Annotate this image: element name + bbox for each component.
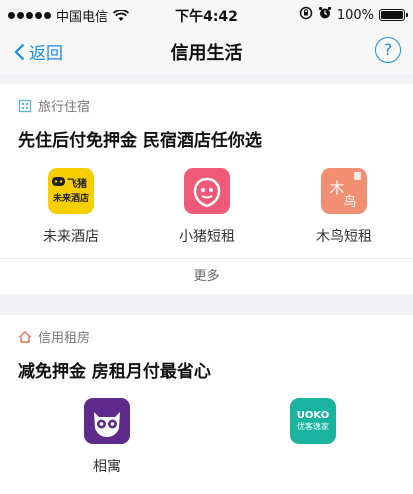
app-xiangyu[interactable]: 相寓 bbox=[47, 398, 167, 476]
help-icon[interactable]: ? bbox=[375, 37, 401, 63]
svg-text:UOKO: UOKO bbox=[297, 410, 329, 421]
app-name: 木鸟短租 bbox=[316, 229, 372, 245]
building-icon bbox=[18, 99, 32, 112]
more-button[interactable]: 更多 bbox=[0, 258, 413, 294]
status-bar: 中国电信 下午4:42 100% bbox=[0, 0, 413, 30]
section-headline: 先住后付免押金 民宿酒店任你选 bbox=[18, 131, 262, 151]
section-label: 信用租房 bbox=[38, 331, 91, 346]
house-icon bbox=[19, 330, 31, 343]
app-weilai-hotel[interactable]: 飞猪 未来酒店 未来酒店 bbox=[11, 168, 131, 246]
feizhu-hotel-icon: 飞猪 未来酒店 bbox=[48, 168, 94, 214]
section-headline: 减免押金 房租月付最省心 bbox=[18, 362, 211, 382]
page-title: 信用生活 bbox=[170, 43, 243, 64]
section-label-row: 旅行住宿 bbox=[18, 96, 90, 115]
app-name: 小猪短租 bbox=[179, 229, 235, 245]
svg-text:优客逸家: 优客逸家 bbox=[297, 421, 329, 431]
svg-text:飞猪: 飞猪 bbox=[67, 177, 87, 190]
uoko-icon: UOKO 优客逸家 bbox=[290, 398, 336, 444]
app-uoko[interactable]: UOKO 优客逸家 bbox=[253, 398, 373, 456]
battery-icon bbox=[379, 9, 408, 21]
status-right: 100% bbox=[299, 6, 408, 24]
xiaozhu-icon bbox=[184, 168, 230, 214]
nav-bar: 返回 信用生活 ? bbox=[0, 30, 413, 74]
xiangyu-owl-icon bbox=[84, 398, 130, 444]
battery-percent: 100% bbox=[336, 7, 374, 23]
section-label: 旅行住宿 bbox=[38, 100, 91, 115]
section-label-row: 信用租房 bbox=[18, 327, 90, 346]
svg-text:未来酒店: 未来酒店 bbox=[52, 192, 89, 204]
section-travel-lodging: 旅行住宿 先住后付免押金 民宿酒店任你选 飞猪 未来酒店 未来酒店 小猪短租 木… bbox=[0, 84, 413, 294]
app-xiaozhu-rental[interactable]: 小猪短租 bbox=[147, 168, 267, 246]
rotation-lock-icon bbox=[299, 6, 313, 24]
app-name: 相寓 bbox=[93, 459, 121, 475]
section-credit-rental: 信用租房 减免押金 房租月付最省心 相寓 UOKO 优客逸家 bbox=[0, 315, 413, 494]
muniao-icon: 木 鸟 bbox=[321, 168, 367, 214]
app-muniao-rental[interactable]: 木 鸟 木鸟短租 bbox=[284, 168, 404, 246]
svg-text:鸟: 鸟 bbox=[343, 194, 356, 210]
svg-text:木: 木 bbox=[329, 179, 344, 197]
app-name: 未来酒店 bbox=[43, 229, 99, 245]
alarm-icon bbox=[318, 6, 332, 24]
